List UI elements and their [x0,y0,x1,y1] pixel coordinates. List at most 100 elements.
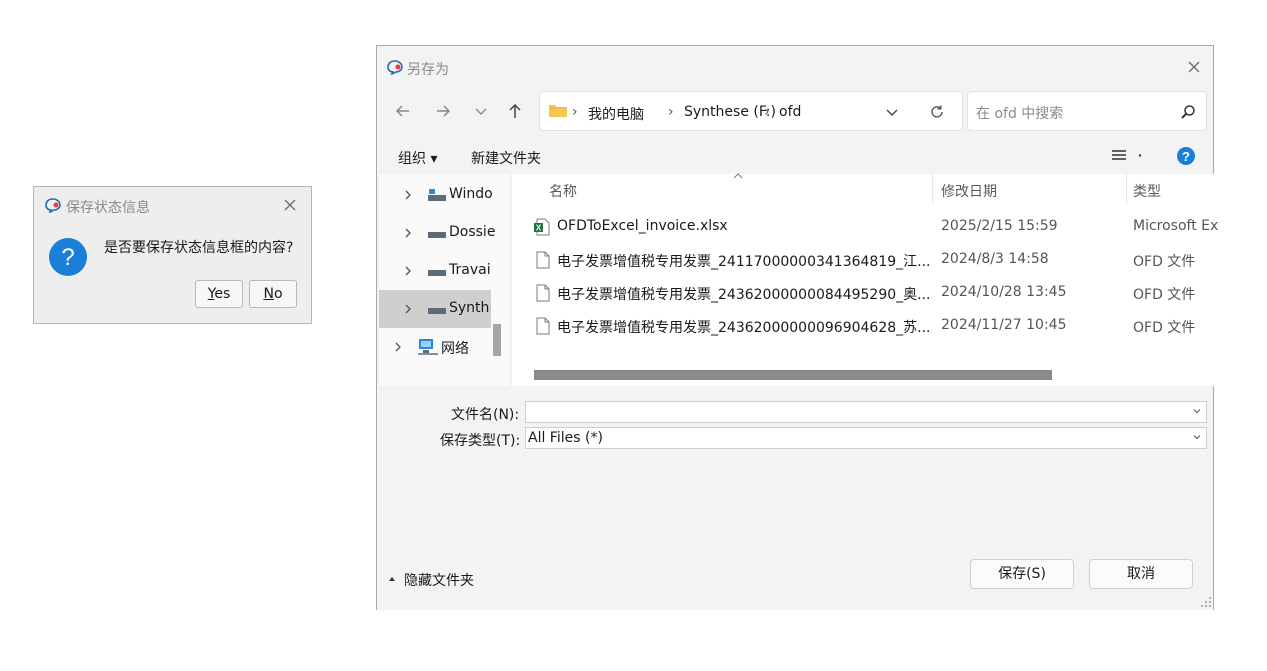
nav-scrollbar-thumb[interactable] [493,324,501,356]
excel-file-icon: X [534,218,550,236]
navigation-pane: Windo Dossie Travai Synth 网络 [379,174,509,386]
save-status-dialog: 保存状态信息 ? 是否要保存状态信息框的内容? Yes No [33,186,312,324]
chevron-right-icon[interactable] [393,342,403,352]
filetype-label: 保存类型(T): [440,433,521,449]
new-folder-button[interactable]: 新建文件夹 [471,148,541,168]
refresh-icon[interactable] [928,103,946,121]
svg-text:X: X [536,224,542,233]
chevron-right-icon[interactable] [403,304,413,314]
column-divider [932,174,933,204]
folder-icon [548,102,568,118]
filename-input[interactable] [525,401,1207,423]
yes-button[interactable]: Yes [195,280,243,308]
drive-icon [427,304,447,316]
resize-grip-icon[interactable] [1200,596,1212,608]
up-arrow-icon[interactable] [503,99,527,123]
file-modified: 2024/11/27 10:45 [941,317,1067,333]
drive-icon [427,188,447,202]
chevron-down-icon[interactable] [884,104,900,120]
file-type: OFD 文件 [1133,254,1196,270]
close-icon[interactable] [1186,59,1202,75]
drive-icon [427,228,447,240]
app-icon [386,59,404,75]
file-modified: 2025/2/15 15:59 [941,218,1058,234]
column-divider [1126,174,1127,204]
chevron-up-icon[interactable] [387,574,397,584]
nav-item-network[interactable]: 网络 [379,328,491,366]
chevron-down-icon[interactable] [469,99,493,123]
network-icon [417,338,439,356]
file-modified: 2024/10/28 13:45 [941,284,1067,300]
address-bar[interactable]: › 我的电脑 › Synthese (F:) › ofd [539,91,963,131]
forward-arrow-icon[interactable] [431,99,455,123]
breadcrumb-separator: › [668,104,674,120]
back-arrow-icon[interactable] [391,99,415,123]
save-as-dialog: 另存为 › 我的电脑 › Synthese (F:) › ofd 在 ofd 中… [376,45,1218,610]
file-row[interactable]: 电子发票增值税专用发票_24362000000096904628_苏... 20… [512,309,1214,342]
dialog-title: 保存状态信息 [66,200,150,216]
app-icon [44,197,62,213]
column-header-name[interactable]: 名称 [549,181,577,201]
nav-item-label: Dossie [449,224,496,240]
file-name: OFDToExcel_invoice.xlsx [557,218,728,234]
svg-text:?: ? [61,244,74,271]
breadcrumb-item[interactable]: ofd [779,104,801,120]
column-header-type[interactable]: 类型 [1133,181,1161,201]
close-icon[interactable] [282,197,298,213]
nav-item-label: Travai [449,262,491,278]
nav-item-label: 网络 [441,341,469,357]
filetype-select[interactable]: All Files (*) [525,427,1207,449]
chevron-right-icon[interactable] [403,190,413,200]
search-icon[interactable] [1179,103,1197,121]
file-icon [536,284,550,302]
nav-item-windows[interactable]: Windo [379,176,493,214]
breadcrumb-item[interactable]: Synthese (F:) [684,104,776,120]
file-row[interactable]: X OFDToExcel_invoice.xlsx 2025/2/15 15:5… [512,210,1218,243]
nav-item-label: Windo [449,186,493,202]
dialog-footer: 隐藏文件夹 保存(S) 取消 [377,532,1213,610]
save-button[interactable]: 保存(S) [970,559,1074,589]
chevron-down-icon[interactable] [1192,406,1202,416]
dialog-title: 另存为 [407,62,449,78]
nav-item-dossier[interactable]: Dossie [379,214,495,252]
file-icon [536,317,550,335]
file-type: OFD 文件 [1133,320,1196,336]
organize-menu[interactable]: 组织 ▾ [398,148,437,168]
file-name: 电子发票增值税专用发票_24117000000341364819_江... [557,254,931,270]
file-row[interactable]: 电子发票增值税专用发票_24362000000084495290_奥... 20… [512,276,1214,309]
drive-icon [427,266,447,278]
file-type: OFD 文件 [1133,287,1196,303]
help-icon[interactable]: ? [1176,146,1196,166]
column-header-modified[interactable]: 修改日期 [941,181,997,201]
svg-text:?: ? [1182,149,1190,164]
nav-item-synthese[interactable]: Synth [379,290,491,328]
chevron-right-icon[interactable] [403,266,413,276]
file-name: 电子发票增值税专用发票_24362000000084495290_奥... [557,287,931,303]
file-icon [536,251,550,269]
cancel-button[interactable]: 取消 [1089,559,1193,589]
file-modified: 2024/8/3 14:58 [941,251,1049,267]
no-button[interactable]: No [249,280,297,308]
view-options-icon[interactable] [1111,148,1143,164]
filename-label: 文件名(N): [451,407,520,423]
dialog-message: 是否要保存状态信息框的内容? [104,240,294,256]
search-input[interactable]: 在 ofd 中搜索 [976,103,1063,123]
breadcrumb-separator: › [572,104,578,120]
search-box[interactable]: 在 ofd 中搜索 [967,91,1207,131]
horizontal-scrollbar-thumb[interactable] [534,370,1052,380]
hide-folders-toggle[interactable]: 隐藏文件夹 [404,570,474,590]
nav-item-label: Synth [449,300,490,316]
breadcrumb-separator: › [764,104,770,120]
chevron-right-icon[interactable] [403,228,413,238]
file-type: Microsoft Ex [1133,218,1219,234]
file-name: 电子发票增值税专用发票_24362000000096904628_苏... [557,320,931,336]
question-icon: ? [48,237,88,277]
dialog-titlebar: 保存状态信息 [34,187,311,223]
chevron-down-icon[interactable] [1192,432,1202,442]
sort-up-icon [732,172,744,180]
file-list: 名称 修改日期 类型 X OFDToExcel_invoice.xlsx 202… [512,172,1218,386]
breadcrumb-item[interactable]: 我的电脑 [588,104,644,124]
nav-item-travail[interactable]: Travai [379,252,491,290]
filetype-value: All Files (*) [528,430,603,446]
file-row[interactable]: 电子发票增值税专用发票_24117000000341364819_江... 20… [512,243,1214,276]
